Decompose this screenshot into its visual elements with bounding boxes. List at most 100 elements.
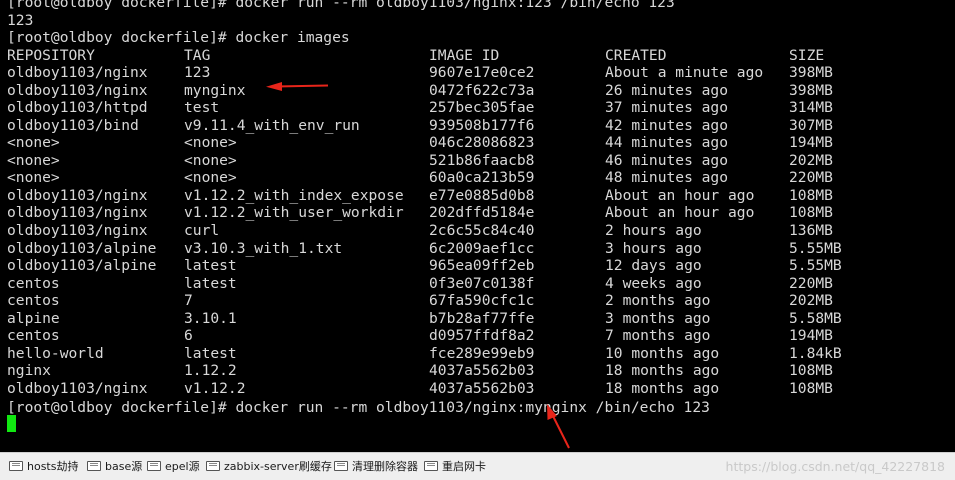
quick-command-button[interactable]: 重启网卡: [424, 453, 486, 480]
table-row: oldboy1103/nginx mynginx 0472f622c73a 26 mi…: [7, 82, 947, 100]
image-id-cell: 202dffd5184e: [429, 204, 535, 222]
table-row: alpine 3.10.1 b7b28af77ffe 3 months ago 5.58…: [7, 310, 947, 328]
created-cell: 2 months ago: [605, 292, 711, 310]
tag-cell: latest: [184, 257, 237, 275]
command-button-icon: [206, 461, 220, 471]
image-id-cell: 4037a5562b03: [429, 362, 535, 380]
tag-cell: v1.12.2: [184, 379, 246, 397]
tag-cell: v3.10.3_with_1.txt: [184, 239, 343, 257]
image-id-cell: d0957ffdf8a2: [429, 327, 535, 345]
created-cell: 2 hours ago: [605, 221, 702, 239]
size-cell: 5.58MB: [789, 309, 842, 327]
created-cell: About an hour ago: [605, 204, 755, 222]
image-id-cell: 4037a5562b03: [429, 379, 535, 397]
size-cell: 307MB: [789, 116, 833, 134]
tag-cell: v9.11.4_with_env_run: [184, 116, 360, 134]
size-cell: 398MB: [789, 64, 833, 81]
repository-cell: nginx: [7, 362, 51, 380]
repository-cell: oldboy1103/nginx: [7, 81, 148, 99]
created-cell: 44 minutes ago: [605, 134, 729, 152]
header-image-id: IMAGE ID: [429, 46, 500, 64]
command-button-icon: [424, 461, 438, 471]
tag-cell: 1.12.2: [184, 362, 237, 380]
image-id-cell: e77e0885d0b8: [429, 186, 535, 204]
size-cell: 5.55MB: [789, 257, 842, 275]
size-cell: 220MB: [789, 274, 833, 292]
created-cell: 42 minutes ago: [605, 116, 729, 134]
table-row: centos latest 0f3e07c0138f 4 weeks ago 220MB: [7, 275, 947, 293]
tag-cell: latest: [184, 344, 237, 362]
image-id-cell: 965ea09ff2eb: [429, 257, 535, 275]
tag-cell: 7: [184, 292, 193, 310]
quick-command-bar: hosts劫持 base源 epel源 zabbix-server刷缓存 清理删除容器 重…: [0, 452, 955, 480]
tag-cell: mynginx: [184, 81, 246, 99]
repository-cell: oldboy1103/nginx: [7, 186, 148, 204]
watermark-url: https://blog.csdn.net/qq_42227818: [725, 459, 945, 474]
quick-command-button[interactable]: zabbix-server刷缓存: [206, 453, 332, 480]
table-row: oldboy1103/nginx v1.12.2_with_user_workdi…: [7, 204, 947, 222]
terminal-cursor: [7, 415, 16, 432]
image-id-cell: 0f3e07c0138f: [429, 274, 535, 292]
command-line: [root@oldboy dockerfile]# docker run --r…: [7, 398, 710, 416]
table-row: oldboy1103/nginx v1.12.2 4037a5562b03 18 mo…: [7, 380, 947, 398]
tag-cell: 6: [184, 327, 193, 345]
image-id-cell: 67fa590cfc1c: [429, 292, 535, 310]
quick-command-button[interactable]: hosts劫持: [9, 453, 78, 480]
tag-cell: curl: [184, 221, 220, 239]
size-cell: 194MB: [789, 327, 833, 345]
image-id-cell: 2c6c55c84c40: [429, 221, 535, 239]
size-cell: 136MB: [789, 221, 833, 239]
tag-cell: latest: [184, 274, 237, 292]
command-button-icon: [9, 461, 23, 471]
created-cell: 26 minutes ago: [605, 81, 729, 99]
quick-command-label: hosts劫持: [27, 460, 79, 473]
repository-cell: <none>: [7, 169, 60, 187]
repository-cell: hello-world: [7, 344, 104, 362]
header-created: CREATED: [605, 46, 667, 64]
image-id-cell: 046c28086823: [429, 134, 535, 152]
table-row: nginx 1.12.2 4037a5562b03 18 months ago 108M…: [7, 362, 947, 380]
command-line: [root@oldboy dockerfile]# docker images: [7, 29, 350, 46]
image-id-cell: b7b28af77ffe: [429, 309, 535, 327]
tag-cell: 3.10.1: [184, 309, 237, 327]
terminal-window[interactable]: [root@oldboy dockerfile]# docker run --r…: [0, 0, 955, 452]
created-cell: 4 weeks ago: [605, 274, 702, 292]
image-id-cell: 939508b177f6: [429, 116, 535, 134]
created-cell: 10 months ago: [605, 344, 720, 362]
table-row: oldboy1103/alpine latest 965ea09ff2eb 12 da…: [7, 257, 947, 275]
size-cell: 108MB: [789, 186, 833, 204]
quick-command-label: epel源: [165, 460, 200, 473]
table-row: oldboy1103/nginx v1.12.2_with_index_expos…: [7, 187, 947, 205]
header-repository: REPOSITORY: [7, 46, 95, 64]
quick-command-label: 重启网卡: [442, 460, 486, 473]
size-cell: 202MB: [789, 292, 833, 310]
command-line: [root@oldboy dockerfile]# docker run --r…: [7, 0, 675, 11]
created-cell: 7 months ago: [605, 327, 711, 345]
size-cell: 194MB: [789, 134, 833, 152]
repository-cell: centos: [7, 292, 60, 310]
quick-command-label: 清理删除容器: [352, 460, 418, 473]
quick-command-button[interactable]: epel源: [147, 453, 200, 480]
repository-cell: alpine: [7, 309, 60, 327]
command-button-icon: [147, 461, 161, 471]
table-row: <none> <none> 60a0ca213b59 48 minutes ago 22…: [7, 169, 947, 187]
image-id-cell: 6c2009aef1cc: [429, 239, 535, 257]
quick-command-label: base源: [105, 460, 143, 473]
command-button-icon: [87, 461, 101, 471]
quick-command-label: zabbix-server刷缓存: [224, 460, 332, 473]
quick-command-button[interactable]: 清理删除容器: [334, 453, 418, 480]
tag-cell: 123: [184, 64, 211, 81]
quick-command-button[interactable]: base源: [87, 453, 142, 480]
created-cell: About a minute ago: [605, 64, 764, 81]
created-cell: 18 months ago: [605, 379, 720, 397]
tag-cell: <none>: [184, 134, 237, 152]
created-cell: 3 months ago: [605, 309, 711, 327]
header-size: SIZE: [789, 46, 825, 64]
table-row: centos 7 67fa590cfc1c 2 months ago 202MB: [7, 292, 947, 310]
repository-cell: oldboy1103/alpine: [7, 239, 157, 257]
repository-cell: <none>: [7, 134, 60, 152]
created-cell: 18 months ago: [605, 362, 720, 380]
size-cell: 108MB: [789, 362, 833, 380]
size-cell: 202MB: [789, 151, 833, 169]
image-id-cell: 60a0ca213b59: [429, 169, 535, 187]
